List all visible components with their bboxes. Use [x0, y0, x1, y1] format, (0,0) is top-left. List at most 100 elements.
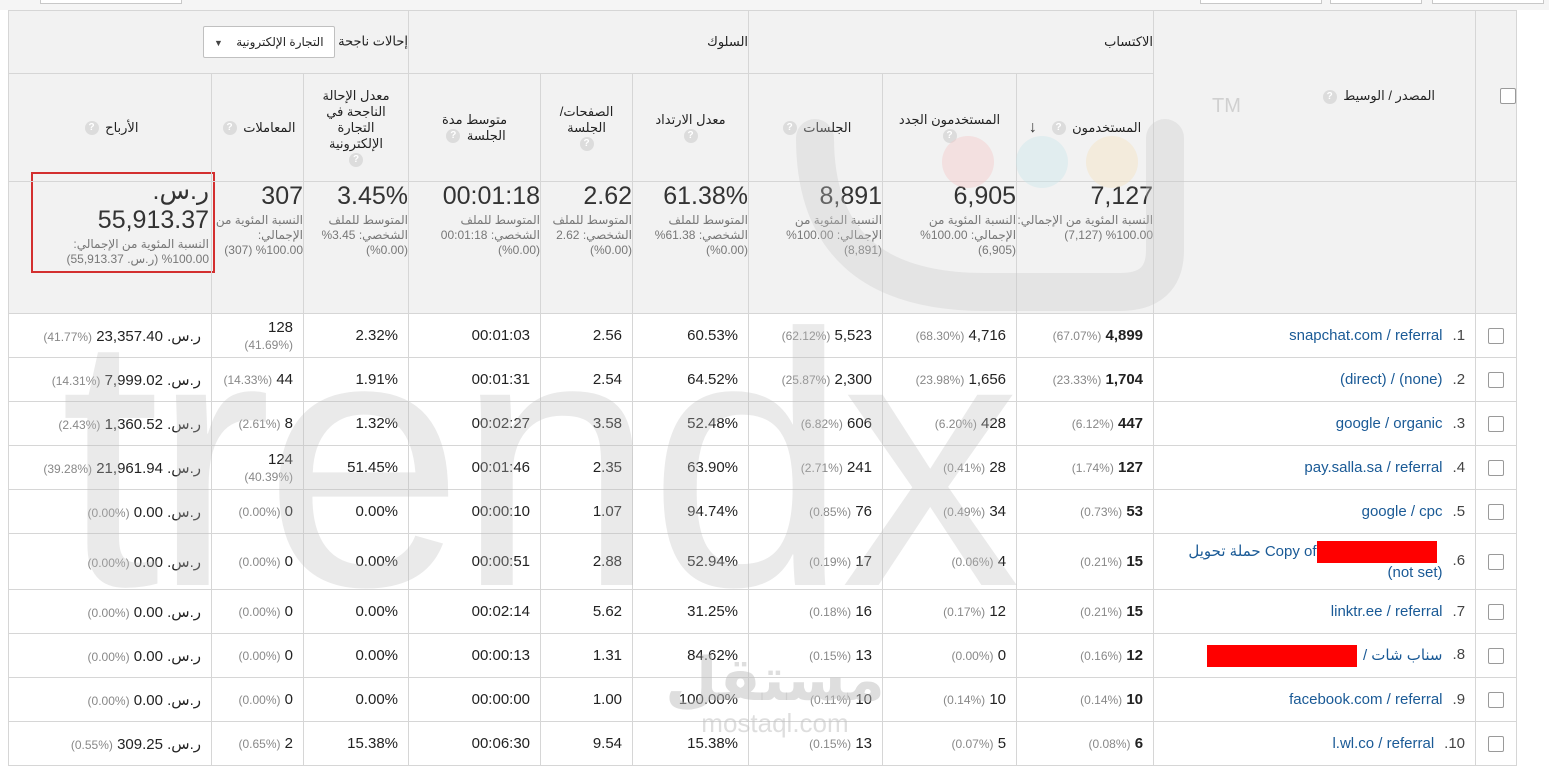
- source-medium-link[interactable]: linktr.ee / referral: [1331, 603, 1443, 620]
- total-conversion-rate-value: 3.45%: [337, 182, 409, 210]
- revenue-header[interactable]: الأرباح ?: [7, 73, 213, 182]
- table-row: 2.(none) / (direct) 1,704 (23.33%) 1,656 (…: [7, 357, 1518, 402]
- ecommerce-conversion-rate-header[interactable]: معدل الإحالة الناجحة في التجارة الإلكترو…: [303, 73, 410, 182]
- source-medium-link[interactable]: google / organic: [1336, 415, 1443, 432]
- source-cell: 6. Copy of حملة تحويل (not set): [1153, 533, 1477, 590]
- transactions-cell-percent: (0.00%): [238, 555, 281, 569]
- toolbar-button-stub[interactable]: [1432, 0, 1544, 4]
- conversion-rate-cell: 0.00%: [303, 533, 410, 590]
- help-icon[interactable]: ?: [683, 129, 698, 144]
- sessions-cell: 2,300 (25.87%): [748, 357, 884, 402]
- revenue-cell-percent: (0.00%): [87, 693, 130, 708]
- avg-duration-cell: 00:02:14: [408, 589, 542, 634]
- help-icon[interactable]: ?: [84, 121, 99, 136]
- pages-per-session-cell-value: 2.56: [592, 327, 623, 344]
- users-cell-value: 12: [1126, 647, 1144, 664]
- sessions-cell-percent: (25.87%): [781, 373, 831, 387]
- avg-duration-cell-value: 00:01:03: [471, 327, 531, 344]
- users-cell: 447 (6.12%): [1016, 401, 1155, 446]
- avg-duration-cell-value: 00:06:30: [471, 735, 531, 752]
- source-medium-link[interactable]: pay.salla.sa / referral: [1304, 459, 1442, 476]
- help-icon[interactable]: ?: [782, 121, 797, 136]
- row-checkbox[interactable]: [1488, 504, 1505, 521]
- conversion-rate-cell: 0.00%: [303, 489, 410, 534]
- users-cell-percent: (0.73%): [1080, 505, 1123, 519]
- revenue-highlight-box: ر.س. 55,913.37 النسبة المئوية من الإجمال…: [31, 172, 216, 273]
- conversion-rate-cell: 0.00%: [303, 677, 410, 722]
- conversion-rate-cell: 1.32%: [303, 401, 410, 446]
- bounce-rate-header[interactable]: معدل الارتداد ?: [632, 73, 750, 182]
- revenue-cell-value: ر.س. 0.00: [133, 503, 202, 521]
- row-checkbox[interactable]: [1488, 372, 1505, 389]
- source-medium-link[interactable]: (none) / (direct): [1340, 371, 1443, 388]
- help-icon[interactable]: ?: [446, 129, 461, 144]
- revenue-cell-value: ر.س. 0.00: [133, 647, 202, 665]
- ecommerce-dropdown[interactable]: التجارة الإلكترونية ▼: [202, 26, 335, 58]
- sort-descending-icon[interactable]: ↓: [1029, 119, 1037, 136]
- row-checkbox[interactable]: [1488, 604, 1505, 621]
- conversion-rate-cell-value: 1.91%: [355, 371, 399, 388]
- transactions-header[interactable]: المعاملات ?: [211, 73, 305, 182]
- source-medium-link[interactable]: snapchat.com / referral: [1289, 327, 1442, 344]
- row-index: 9.: [1452, 691, 1466, 708]
- sessions-cell-value: 13: [855, 647, 873, 664]
- toolbar-button-stub[interactable]: [40, 0, 182, 4]
- avg-duration-cell: 00:01:03: [408, 313, 542, 358]
- pages-per-session-cell-value: 2.35: [592, 459, 623, 476]
- pages-per-session-header[interactable]: الصفحات/ الجلسة ?: [540, 73, 634, 182]
- new-users-cell-value: 428: [981, 415, 1007, 432]
- revenue-cell-value: ر.س. 23,357.40: [96, 327, 202, 345]
- select-all-checkbox[interactable]: [1500, 88, 1517, 105]
- transactions-cell-percent: (0.65%): [238, 737, 281, 751]
- avg-duration-cell-value: 00:00:13: [471, 647, 531, 664]
- users-header[interactable]: المستخدمون ? ↓: [1016, 73, 1155, 182]
- transactions-cell-value: 128: [267, 318, 294, 336]
- avg-duration-cell-value: 00:01:31: [471, 371, 531, 388]
- total-conversion-rate-sub: المتوسط للملف الشخصي: 3.45% (0.00%): [321, 213, 409, 257]
- sessions-cell-percent: (0.19%): [809, 555, 852, 569]
- source-medium-link[interactable]: google / cpc: [1362, 503, 1443, 520]
- row-checkbox[interactable]: [1488, 736, 1505, 753]
- toolbar-button-stub[interactable]: [1330, 0, 1422, 4]
- new-users-header[interactable]: المستخدمون الجدد ?: [882, 73, 1018, 182]
- avg-session-duration-header[interactable]: متوسط مدة الجلسة ?: [408, 73, 542, 182]
- toolbar-button-stub[interactable]: [1200, 0, 1322, 4]
- row-checkbox[interactable]: [1488, 328, 1505, 345]
- source-medium-header[interactable]: المصدر / الوسيط ?: [1153, 10, 1477, 182]
- help-icon[interactable]: ?: [1322, 89, 1337, 104]
- pages-per-session-cell: 5.62: [540, 589, 634, 634]
- behavior-group-header: السلوك: [408, 10, 750, 74]
- pages-per-session-cell: 2.35: [540, 445, 634, 490]
- source-cell: 7. linktr.ee / referral: [1153, 589, 1477, 634]
- help-icon[interactable]: ?: [579, 137, 594, 152]
- help-icon[interactable]: ?: [942, 129, 957, 144]
- users-cell: 1,704 (23.33%): [1016, 357, 1155, 402]
- conversion-rate-cell: 0.00%: [303, 633, 410, 678]
- table-row: 10.l.wl.co / referral 6 (0.08%) 5 (0.07%) 1…: [7, 721, 1518, 766]
- source-medium-label: المصدر / الوسيط: [1343, 88, 1436, 103]
- row-index: 8.: [1452, 646, 1466, 664]
- sessions-header[interactable]: الجلسات ?: [748, 73, 884, 182]
- row-checkbox[interactable]: [1488, 554, 1505, 571]
- row-checkbox[interactable]: [1488, 416, 1505, 433]
- help-icon[interactable]: ?: [349, 153, 364, 168]
- revenue-cell-value: ر.س. 0.00: [133, 553, 202, 571]
- row-checkbox[interactable]: [1488, 460, 1505, 477]
- transactions-cell-percent: (0.00%): [238, 693, 281, 707]
- acquisition-label: الاكتساب: [1104, 34, 1154, 49]
- row-checkbox[interactable]: [1488, 692, 1505, 709]
- source-medium-link-line2[interactable]: (not set): [1387, 564, 1442, 581]
- users-cell-percent: (1.74%): [1071, 461, 1114, 475]
- transactions-cell-value: 2: [284, 735, 294, 752]
- source-medium-link[interactable]: Copy of حملة تحويل: [1188, 543, 1316, 560]
- transactions-cell: 128 (41.69%): [211, 313, 305, 358]
- source-medium-link[interactable]: facebook.com / referral: [1289, 691, 1442, 708]
- source-medium-link[interactable]: سناب شات /: [1363, 646, 1443, 663]
- help-icon[interactable]: ?: [1051, 121, 1066, 136]
- conversion-rate-cell-value: 0.00%: [355, 647, 399, 664]
- transactions-cell-percent: (41.69%): [244, 337, 294, 352]
- source-medium-link[interactable]: l.wl.co / referral: [1332, 735, 1434, 752]
- help-icon[interactable]: ?: [222, 121, 237, 136]
- new-users-cell-value: 10: [989, 691, 1007, 708]
- row-checkbox[interactable]: [1488, 648, 1505, 665]
